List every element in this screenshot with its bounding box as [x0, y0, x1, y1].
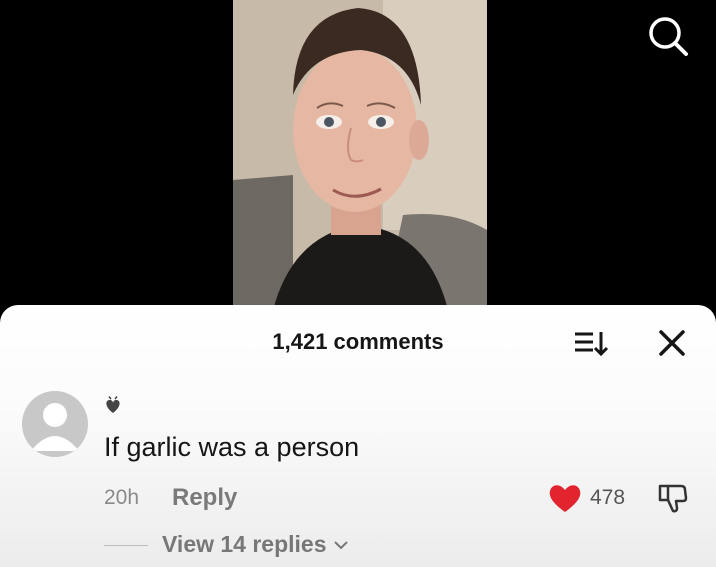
reply-button[interactable]: Reply [172, 484, 237, 512]
dislike-button[interactable] [656, 481, 690, 515]
replies-divider [104, 545, 148, 546]
view-replies-label: View 14 replies [162, 531, 327, 557]
close-icon [659, 330, 685, 356]
video-frame[interactable] [233, 0, 487, 310]
video-still-image [233, 0, 487, 310]
like-button[interactable]: 478 [548, 481, 625, 515]
commenter-username[interactable] [103, 396, 123, 416]
comments-sheet: 1,421 comments If garlic was a person 20… [0, 305, 716, 567]
sort-icon [575, 332, 609, 357]
close-button[interactable] [656, 327, 688, 359]
search-button[interactable] [644, 12, 692, 60]
sort-button[interactable] [573, 327, 609, 359]
view-replies-button[interactable]: View 14 replies [162, 531, 349, 558]
comment-timestamp: 20h [104, 486, 140, 509]
chevron-down-icon [333, 540, 348, 549]
heart-emoji-icon [106, 396, 120, 413]
thumbs-down-icon [658, 484, 688, 513]
default-avatar-icon [22, 391, 88, 457]
search-icon [649, 17, 688, 56]
like-count: 478 [590, 486, 626, 509]
comment-text: If garlic was a person [104, 432, 360, 462]
video-player[interactable] [0, 0, 716, 310]
commenter-avatar[interactable] [22, 391, 88, 457]
heart-icon [549, 485, 581, 512]
